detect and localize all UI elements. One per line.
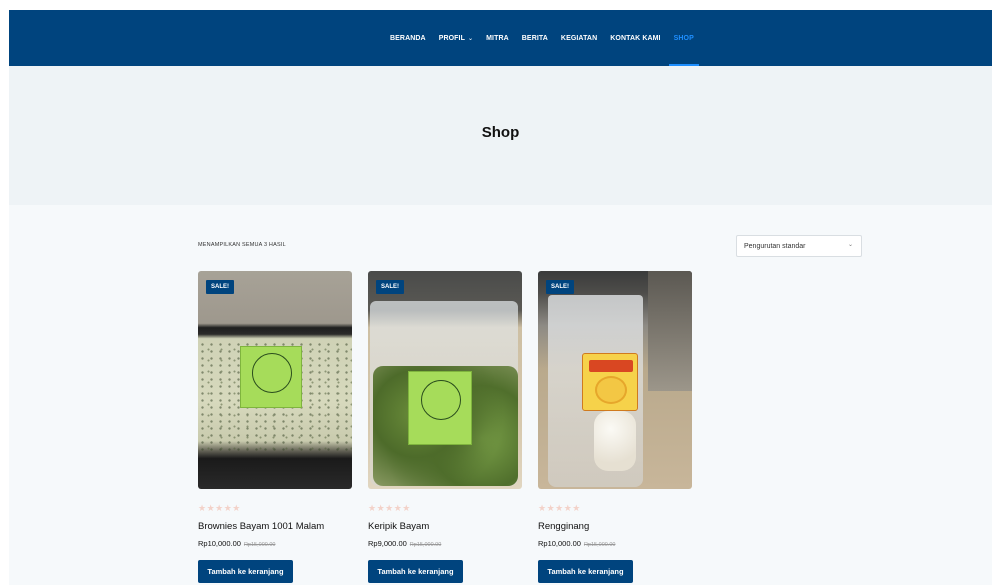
star-rating: ★★★★★ — [538, 503, 581, 513]
star-rating: ★★★★★ — [368, 503, 411, 513]
result-count: MENAMPILKAN SEMUA 3 HASIL — [198, 242, 286, 248]
original-price: Rp15,000.00 — [409, 542, 442, 548]
product-package-label — [408, 371, 472, 445]
product-card: SALE! ★★★★★ Rengginang Rp10,000.00 Rp15,0… — [538, 271, 692, 583]
product-title[interactable]: Keripik Bayam — [368, 521, 429, 532]
sale-badge: SALE! — [376, 280, 404, 294]
nav-item-kegiatan[interactable]: KEGIATAN — [561, 10, 597, 66]
product-package-label — [240, 346, 302, 408]
product-photo-background — [648, 271, 692, 391]
page-header: Shop — [9, 66, 992, 205]
add-to-cart-button[interactable]: Tambah ke keranjang — [368, 560, 463, 583]
nav-item-kontak-kami[interactable]: KONTAK KAMI — [610, 10, 660, 66]
star-rating: ★★★★★ — [198, 503, 241, 513]
sale-price: Rp10,000.00 — [198, 539, 241, 548]
product-image[interactable]: SALE! — [198, 271, 352, 489]
sale-badge: SALE! — [546, 280, 574, 294]
original-price: Rp15,000.00 — [583, 542, 616, 548]
nav-item-label: MITRA — [486, 34, 509, 42]
nav-item-beranda[interactable]: BERANDA — [390, 10, 426, 66]
add-to-cart-button[interactable]: Tambah ke keranjang — [198, 560, 293, 583]
nav-item-label: KEGIATAN — [560, 34, 598, 42]
sort-select[interactable]: Pengurutan standar ⌄ — [736, 235, 862, 257]
nav-item-label: PROFIL — [438, 34, 465, 42]
nav-item-label: BERITA — [521, 34, 548, 42]
sale-badge: SALE! — [206, 280, 234, 294]
page: BERANDA PROFIL ⌄ MITRA BERITA KEGIATAN KO… — [9, 10, 992, 585]
nav-item-label: SHOP — [673, 34, 694, 42]
product-package-label — [582, 353, 638, 411]
product-card: SALE! ★★★★★ Brownies Bayam 1001 Malam Rp… — [198, 271, 352, 583]
nav-item-shop[interactable]: SHOP — [668, 10, 699, 66]
top-navigation-bar: BERANDA PROFIL ⌄ MITRA BERITA KEGIATAN KO… — [9, 10, 992, 66]
sort-selected-value: Pengurutan standar — [744, 242, 806, 250]
nav-item-berita[interactable]: BERITA — [522, 10, 548, 66]
chevron-down-icon: ⌄ — [467, 35, 474, 42]
sale-price: Rp10,000.00 — [538, 539, 581, 548]
product-image[interactable]: SALE! — [368, 271, 522, 489]
nav-item-profil[interactable]: PROFIL ⌄ — [439, 10, 473, 66]
product-title[interactable]: Brownies Bayam 1001 Malam — [198, 521, 324, 532]
page-title: Shop — [481, 124, 520, 141]
product-title[interactable]: Rengginang — [538, 521, 589, 532]
original-price: Rp15,000.00 — [243, 542, 276, 548]
product-card: SALE! ★★★★★ Keripik Bayam Rp9,000.00 Rp15… — [368, 271, 522, 583]
product-photo-texture — [594, 411, 636, 471]
sale-price: Rp9,000.00 — [368, 539, 407, 548]
nav-item-label: KONTAK KAMI — [610, 34, 661, 42]
add-to-cart-button[interactable]: Tambah ke keranjang — [538, 560, 633, 583]
product-image[interactable]: SALE! — [538, 271, 692, 489]
chevron-down-icon: ⌄ — [847, 242, 853, 248]
nav-item-mitra[interactable]: MITRA — [486, 10, 509, 66]
product-price: Rp9,000.00 Rp15,000.00 — [368, 539, 441, 548]
nav-item-label: BERANDA — [390, 34, 426, 42]
product-price: Rp10,000.00 Rp15,000.00 — [198, 539, 275, 548]
product-price: Rp10,000.00 Rp15,000.00 — [538, 539, 615, 548]
main-menu: BERANDA PROFIL ⌄ MITRA BERITA KEGIATAN KO… — [390, 10, 699, 66]
